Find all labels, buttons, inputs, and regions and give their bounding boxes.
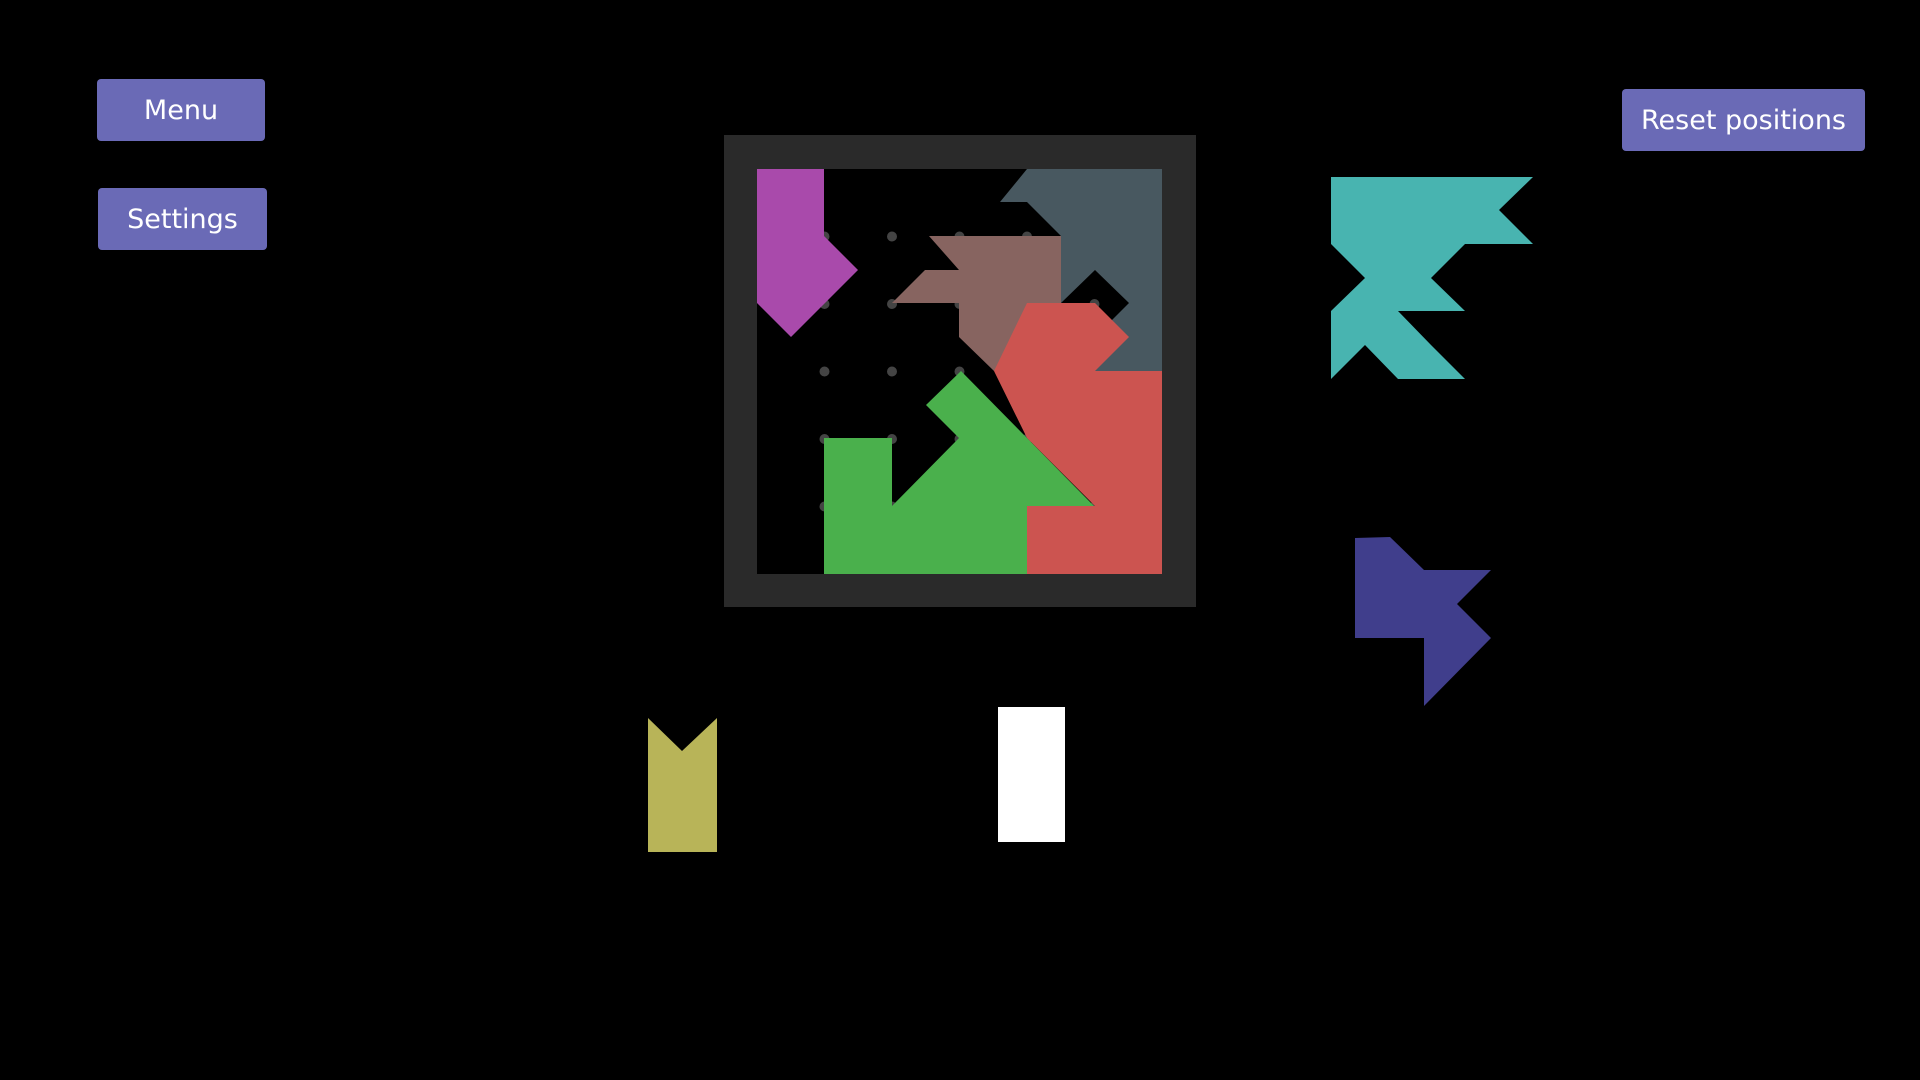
teal-piece[interactable] (1331, 177, 1533, 379)
grid-dot (819, 366, 830, 377)
white-piece[interactable] (998, 707, 1065, 842)
grid-dot (887, 366, 897, 377)
puzzle-scene (648, 135, 1533, 852)
olive-piece[interactable] (648, 718, 717, 852)
grid-dot (887, 231, 897, 242)
navy-piece[interactable] (1355, 537, 1491, 706)
